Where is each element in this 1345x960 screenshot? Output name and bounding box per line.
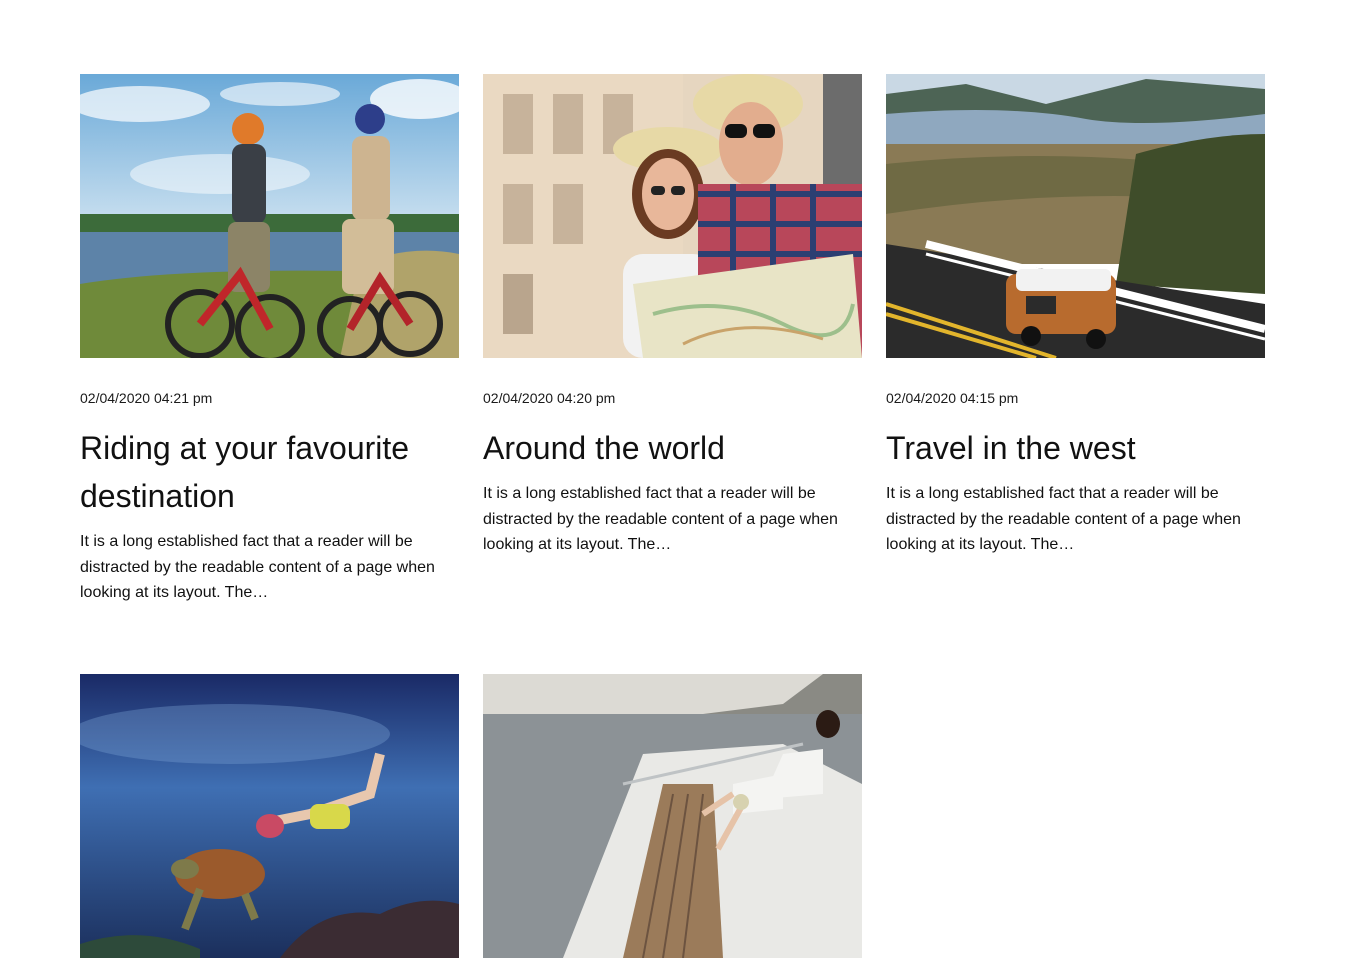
post-excerpt: It is a long established fact that a rea… [80,533,435,601]
post-excerpt: It is a long established fact that a rea… [886,485,1241,553]
yacht-photo [483,674,862,958]
underwater-photo [80,674,459,958]
post-thumbnail-underwater[interactable] [80,674,459,958]
post-card: 02/04/2020 04:20 pm Around the world It … [483,74,862,558]
post-thumbnail-yacht[interactable] [483,674,862,958]
post-card: 02/04/2020 04:15 pm Travel in the west I… [886,74,1265,558]
post-title[interactable]: Riding at your favourite destination [80,424,459,520]
post-card: 02/04/2020 04:21 pm Riding at your favou… [80,74,459,606]
post-card [80,674,459,958]
post-date: 02/04/2020 04:15 pm [886,390,1019,406]
post-title[interactable]: Around the world [483,424,862,472]
post-excerpt: It is a long established fact that a rea… [483,485,838,553]
post-card [483,674,862,958]
post-thumbnail-cyclists[interactable] [80,74,459,358]
post-title[interactable]: Travel in the west [886,424,1265,472]
post-thumbnail-travelers[interactable] [483,74,862,358]
post-date: 02/04/2020 04:20 pm [483,390,616,406]
cyclists-photo [80,74,459,358]
van-road-photo [886,74,1265,358]
post-date: 02/04/2020 04:21 pm [80,390,213,406]
post-thumbnail-van-road[interactable] [886,74,1265,358]
travelers-photo [483,74,862,358]
